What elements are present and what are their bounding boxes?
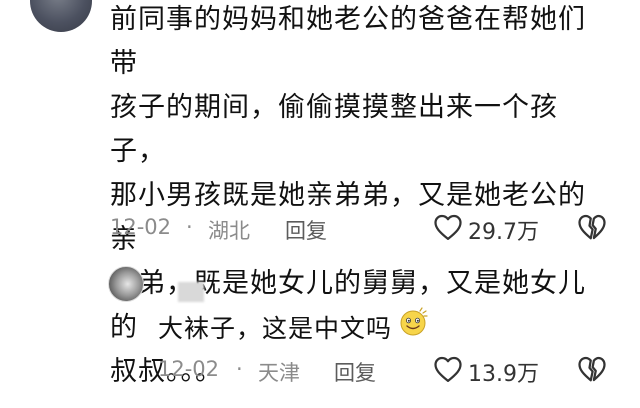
dislike-button[interactable] xyxy=(577,213,607,241)
separator-dot: · xyxy=(236,357,243,381)
reply-avatar[interactable] xyxy=(108,266,144,302)
reply-button[interactable]: 回复 xyxy=(334,357,376,387)
heart-icon xyxy=(434,356,462,382)
reply-text: 大袜子，这是中文吗 xyxy=(158,314,393,343)
comment-location: 湖北 xyxy=(208,219,250,243)
comment-date: 12-02 xyxy=(110,215,172,239)
avatar[interactable] xyxy=(30,0,92,32)
like-count: 29.7万 xyxy=(468,220,539,245)
heart-icon xyxy=(434,214,462,240)
like-button[interactable] xyxy=(433,355,463,383)
broken-heart-icon xyxy=(578,214,606,240)
reply-button[interactable]: 回复 xyxy=(285,215,327,245)
separator-dot: · xyxy=(186,215,193,239)
like-count: 13.9万 xyxy=(468,362,539,387)
broken-heart-icon xyxy=(578,356,606,382)
reply-location: 天津 xyxy=(258,361,300,385)
blurred-username xyxy=(178,282,204,302)
like-button[interactable] xyxy=(433,213,463,241)
dislike-button[interactable] xyxy=(577,355,607,383)
reply-date: 12-02 xyxy=(158,357,220,381)
smile-emoji-icon xyxy=(398,307,428,337)
